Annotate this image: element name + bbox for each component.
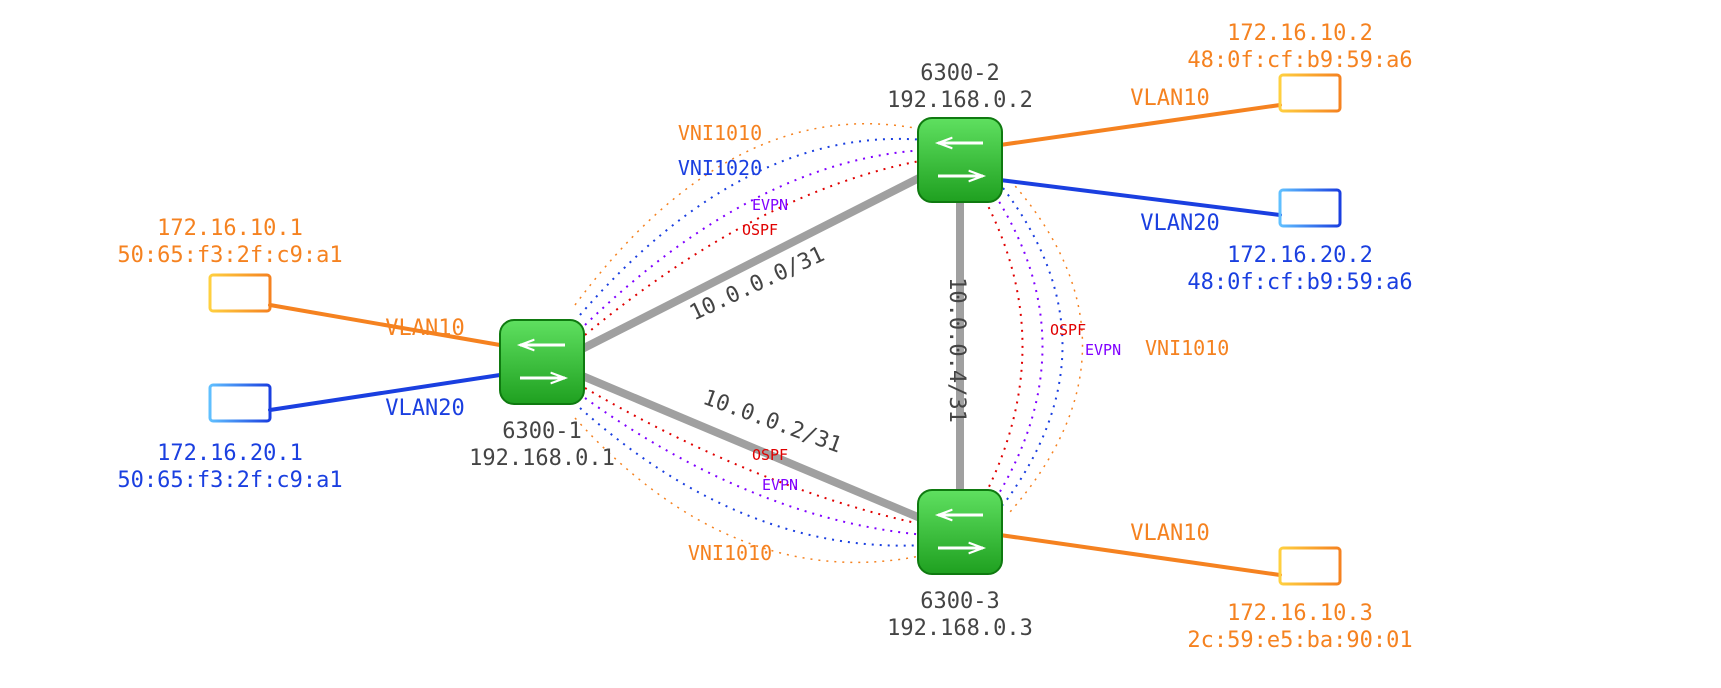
h1v20-mac: 50:65:f3:2f:c9:a1: [117, 468, 342, 493]
switch-6300-2-icon: [918, 118, 1002, 202]
switch-6300-1-icon: [500, 320, 584, 404]
lbl-s1s2-ospf: OSPF: [742, 221, 778, 239]
switch-1-name: 6300-1: [502, 419, 581, 444]
arc-s2s3-evpn: [995, 195, 1043, 500]
host-h3-v10-icon: [1270, 548, 1350, 587]
lbl-s1s3-ospf: OSPF: [752, 446, 788, 464]
switch-3-name: 6300-3: [920, 589, 999, 614]
switch-3-ip: 192.168.0.3: [887, 616, 1033, 641]
link-s2-h2v10: [1000, 105, 1280, 145]
link-s2-h2v20: [1000, 180, 1280, 215]
lbl-h3-vlan10: VLAN10: [1130, 521, 1209, 546]
arc-s1s3-vni1020: [580, 408, 925, 546]
host-h1-v20-icon: [200, 385, 280, 424]
h2v20-mac: 48:0f:cf:b9:59:a6: [1187, 270, 1412, 295]
h1v10-mac: 50:65:f3:2f:c9:a1: [117, 243, 342, 268]
arc-s2s3-vni1010: [1010, 180, 1083, 512]
lbl-s1s3-vni1010: VNI1010: [688, 541, 772, 565]
h3v10-mac: 2c:59:e5:ba:90:01: [1187, 628, 1412, 653]
lbl-h2-vlan20: VLAN20: [1140, 211, 1219, 236]
arc-s2s3-ospf: [985, 200, 1023, 495]
switch-1-ip: 192.168.0.1: [469, 446, 615, 471]
lbl-h1-vlan10: VLAN10: [385, 316, 464, 341]
lbl-s1s3-evpn: EVPN: [762, 476, 798, 494]
lbl-h2-vlan10: VLAN10: [1130, 86, 1209, 111]
host-h1-v10-icon: [200, 275, 280, 314]
arc-s1s2-ospf: [585, 160, 925, 335]
host-h2-v20-icon: [1270, 190, 1350, 229]
subnet-s2s3: 10.0.0.4/31: [944, 277, 969, 423]
lbl-s2s3-ospf: OSPF: [1050, 321, 1086, 339]
lbl-s1s2-vni1020: VNI1020: [678, 156, 762, 180]
h2v10-ip: 172.16.10.2: [1227, 21, 1373, 46]
arc-s2s3-vni1020: [1003, 188, 1063, 505]
lbl-s1s2-vni1010: VNI1010: [678, 121, 762, 145]
lbl-s1s2-evpn: EVPN: [752, 196, 788, 214]
host-h2-v10-icon: [1270, 75, 1350, 114]
network-diagram: 6300-1 192.168.0.1 6300-2 192.168.0.2 63…: [0, 0, 1721, 688]
lbl-h1-vlan20: VLAN20: [385, 396, 464, 421]
h2v20-ip: 172.16.20.2: [1227, 243, 1373, 268]
h1v20-ip: 172.16.20.1: [157, 441, 303, 466]
lbl-s2s3-vni1010: VNI1010: [1145, 336, 1229, 360]
lbl-s2s3-evpn: EVPN: [1085, 341, 1121, 359]
h2v10-mac: 48:0f:cf:b9:59:a6: [1187, 48, 1412, 73]
h3v10-ip: 172.16.10.3: [1227, 601, 1373, 626]
switch-2-name: 6300-2: [920, 61, 999, 86]
h1v10-ip: 172.16.10.1: [157, 216, 303, 241]
switch-2-ip: 192.168.0.2: [887, 88, 1033, 113]
switch-6300-3-icon: [918, 490, 1002, 574]
